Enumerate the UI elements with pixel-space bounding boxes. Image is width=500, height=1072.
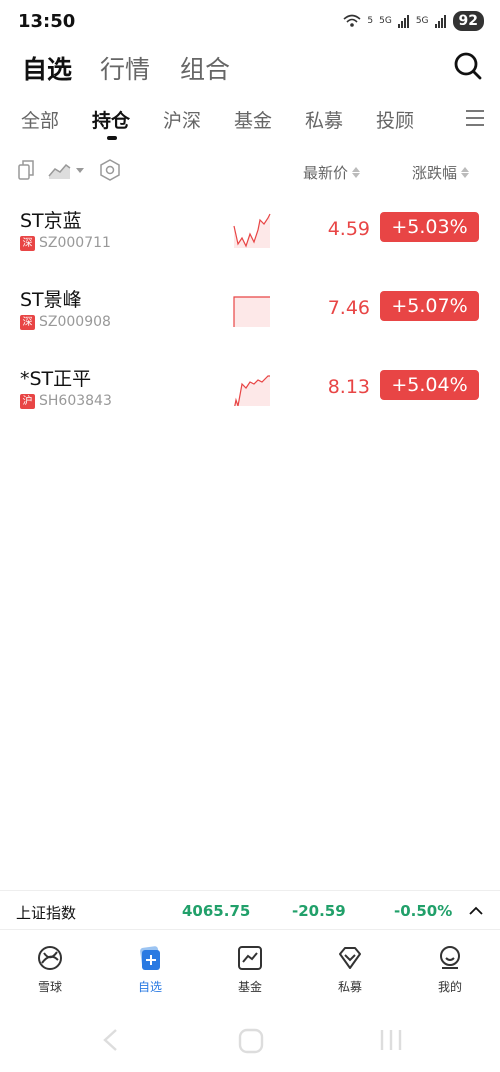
- intraday-sparkline: [233, 296, 270, 327]
- tab-portfolio[interactable]: 组合: [180, 50, 230, 86]
- index-value: 4065.75: [182, 902, 251, 920]
- search-icon[interactable]: [452, 50, 484, 82]
- stock-row[interactable]: *ST正平 沪 SH603843 8.13 +5.04%: [0, 356, 500, 434]
- tab-watchlist[interactable]: 自选: [22, 50, 72, 86]
- chart-mode-icon[interactable]: [48, 159, 86, 181]
- header: 自选 行情 组合: [0, 44, 500, 88]
- signal-icon-1: [397, 15, 409, 28]
- stock-name: ST景峰: [20, 289, 82, 311]
- status-bar: 13:50 5 5G 5G 92: [0, 0, 500, 44]
- index-change-pct: -0.50%: [394, 902, 453, 920]
- subtab-all[interactable]: 全部: [21, 106, 59, 133]
- change-badge[interactable]: +5.04%: [380, 370, 479, 400]
- stock-name: ST京蓝: [20, 210, 82, 232]
- change-column-label: 涨跌幅: [412, 164, 458, 182]
- active-tab-indicator: [107, 136, 117, 140]
- chevron-up-icon[interactable]: [468, 903, 484, 919]
- profile-icon: [440, 946, 460, 969]
- back-icon[interactable]: [100, 1028, 122, 1052]
- network-label-2: 5G: [415, 16, 429, 26]
- nav-label: 自选: [137, 980, 162, 994]
- watchlist-icon: [140, 946, 160, 970]
- subtab-hs[interactable]: 沪深: [163, 106, 201, 133]
- market-badge: 沪: [20, 394, 35, 409]
- diamond-icon: [339, 947, 361, 969]
- stock-code: SZ000711: [39, 235, 111, 251]
- stock-price: 8.13: [327, 376, 370, 398]
- stock-name: *ST正平: [20, 368, 92, 390]
- nav-watchlist[interactable]: 自选: [100, 944, 200, 995]
- system-nav-bar: [0, 1018, 500, 1062]
- stock-code: SZ000908: [39, 314, 111, 330]
- intraday-sparkline: [234, 375, 270, 406]
- intraday-sparkline: [233, 213, 271, 248]
- stock-row[interactable]: ST景峰 深 SZ000908 7.46 +5.07%: [0, 277, 500, 355]
- subtab-private[interactable]: 私募: [305, 106, 343, 133]
- change-badge[interactable]: +5.03%: [380, 212, 479, 242]
- index-ticker-bar[interactable]: 上证指数 4065.75 -20.59 -0.50%: [0, 890, 500, 930]
- sort-arrows-icon: [461, 167, 470, 178]
- settings-icon[interactable]: [99, 159, 121, 181]
- change-badge[interactable]: +5.07%: [380, 291, 479, 321]
- nav-label: 私募: [337, 980, 362, 994]
- index-name: 上证指数: [16, 904, 77, 922]
- subtab-advisor[interactable]: 投顾: [376, 106, 414, 133]
- nav-private[interactable]: 私募: [300, 944, 400, 995]
- stock-price: 7.46: [327, 297, 370, 319]
- sub-tabs: 全部 持仓 沪深 基金 私募 投顾: [0, 100, 500, 144]
- list-toolbar: 最新价 涨跌幅: [0, 154, 500, 188]
- battery-indicator: 92: [452, 11, 484, 31]
- sort-by-change[interactable]: 涨跌幅: [412, 162, 470, 183]
- nav-snowball[interactable]: 雪球: [0, 944, 100, 995]
- nav-profile[interactable]: 我的: [400, 944, 500, 995]
- subtab-fund[interactable]: 基金: [234, 106, 272, 133]
- stock-row[interactable]: ST京蓝 深 SZ000711 4.59 +5.03%: [0, 198, 500, 276]
- recents-icon[interactable]: [378, 1028, 404, 1052]
- menu-icon[interactable]: [464, 108, 486, 128]
- stock-price: 4.59: [327, 218, 370, 240]
- home-icon[interactable]: [238, 1028, 264, 1054]
- index-change: -20.59: [292, 902, 346, 920]
- nav-label: 基金: [237, 980, 262, 994]
- stock-code: SH603843: [39, 393, 112, 409]
- signal-icon-2: [434, 15, 446, 28]
- network-label-1: 5G: [379, 16, 392, 26]
- price-column-label: 最新价: [303, 164, 349, 182]
- sort-arrows-icon: [352, 167, 361, 178]
- snowball-icon: [38, 946, 62, 970]
- sort-by-price[interactable]: 最新价: [303, 162, 361, 183]
- nav-label: 我的: [437, 980, 462, 994]
- nav-label: 雪球: [37, 980, 62, 994]
- status-icons: 5 5G 5G 92: [343, 11, 484, 31]
- wifi-icon: [343, 14, 361, 27]
- subtab-holdings[interactable]: 持仓: [92, 106, 130, 133]
- copy-icon[interactable]: [18, 159, 36, 181]
- fund-chart-icon: [238, 946, 262, 970]
- nav-fund[interactable]: 基金: [200, 944, 300, 995]
- market-badge: 深: [20, 315, 35, 330]
- market-badge: 深: [20, 236, 35, 251]
- wifi-label: 5: [367, 16, 374, 26]
- status-time: 13:50: [18, 11, 76, 32]
- tab-market[interactable]: 行情: [100, 50, 150, 86]
- bottom-nav: 雪球 自选 基金 私募 我的: [0, 930, 500, 1004]
